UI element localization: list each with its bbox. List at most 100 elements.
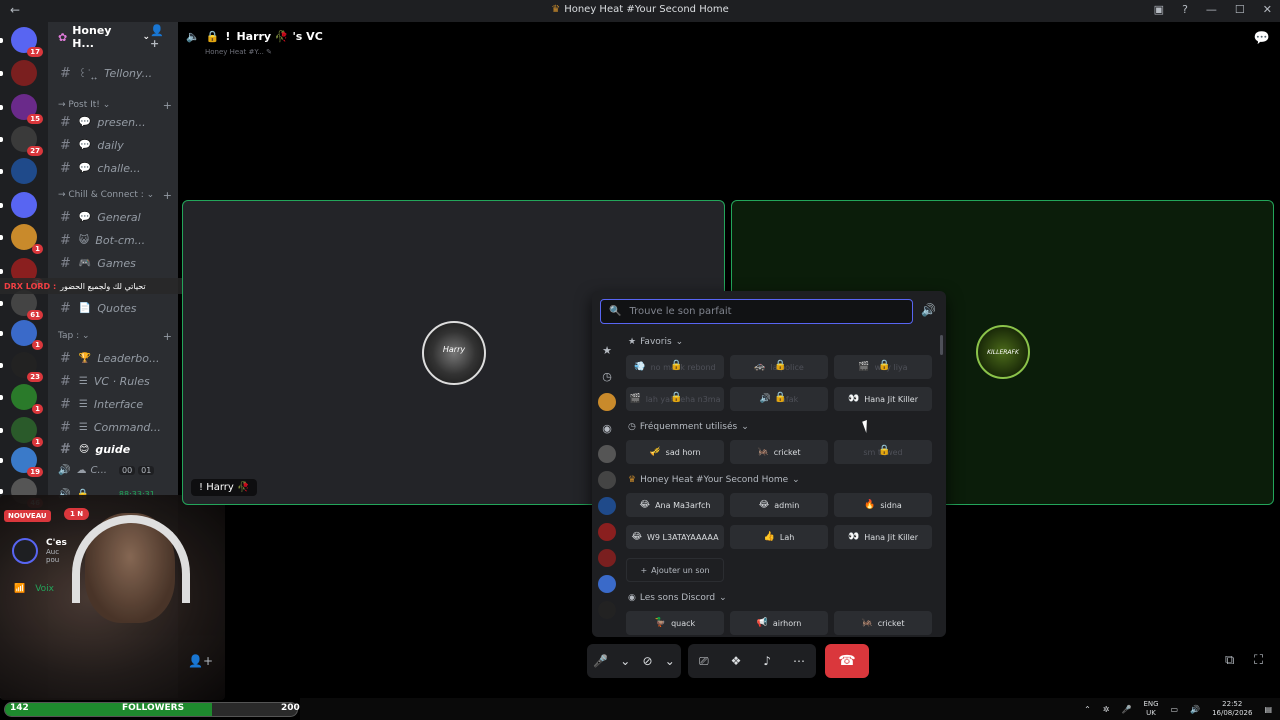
chevron-up-icon[interactable]: ⌃ — [1084, 705, 1091, 714]
help-icon[interactable]: ? — [1182, 3, 1188, 16]
server-icon-server-10[interactable]: 1 — [0, 320, 43, 350]
category-header[interactable]: Tap : ⌄ + — [58, 328, 172, 344]
network-icon[interactable]: ▭ — [1171, 705, 1179, 714]
channel-item[interactable]: # 😺 Bot-cm... — [60, 230, 174, 250]
sound-button[interactable]: 💨 no malik rebond 🔒 — [626, 355, 724, 379]
server-icon-server-4[interactable]: 27 — [0, 126, 43, 156]
section-favoris[interactable]: ★ Favoris ⌄ — [628, 335, 683, 349]
server-icon-folder[interactable] — [0, 192, 37, 218]
add-channel-icon[interactable]: + — [163, 330, 172, 343]
sound-button[interactable]: 👀 Hana Jit Killer — [834, 525, 932, 549]
server-honey-icon[interactable] — [598, 393, 616, 411]
soundboard-search[interactable]: 🔍 — [600, 299, 913, 324]
channel-item[interactable]: # ꒰˙ ̟ ̟ Tellony... — [60, 63, 174, 83]
discord-icon[interactable]: ◉ — [598, 419, 616, 437]
sound-button[interactable]: 👍 Lah — [730, 525, 828, 549]
notification-icon[interactable]: ▤ — [1264, 705, 1272, 714]
settings-icon[interactable]: ✲ — [1103, 705, 1110, 714]
server-icon-server-11[interactable]: 23 — [0, 352, 43, 382]
scrollbar[interactable] — [940, 335, 943, 355]
clock[interactable]: 22:52 16/08/2026 — [1212, 700, 1252, 718]
channel-item[interactable]: # 💬 challe... — [60, 158, 174, 178]
category-header[interactable]: → Chill & Connect : ⌄ + — [58, 187, 172, 203]
sound-button[interactable]: 🚓 la police 🔒 — [730, 355, 828, 379]
server-icon-server-3[interactable]: 15 — [0, 94, 43, 124]
server-icon-apex[interactable] — [0, 60, 37, 86]
add-user-icon[interactable]: 👤+ — [150, 24, 172, 50]
add-channel-icon[interactable]: + — [163, 189, 172, 202]
sound-button[interactable]: 🔊 3afak 🔒 — [730, 387, 828, 411]
server-icon[interactable] — [598, 445, 616, 463]
section-discord-sounds[interactable]: ◉ Les sons Discord ⌄ — [628, 591, 727, 605]
star-icon[interactable]: ★ — [598, 341, 616, 359]
chevron-down-icon[interactable]: ⌄ — [665, 654, 675, 668]
channel-item[interactable]: # ☰ Command... — [60, 417, 174, 437]
channel-item[interactable]: # 🏆 Leaderbo... — [60, 348, 174, 368]
server-icon[interactable] — [598, 549, 616, 567]
disconnect-button[interactable]: ☎ — [825, 644, 869, 678]
sound-button[interactable]: 🦆 quack — [626, 611, 724, 635]
channel-item[interactable]: # 💬 General — [60, 207, 174, 227]
sound-button[interactable]: 🎬 why liya 🔒 — [834, 355, 932, 379]
sound-button[interactable]: 📢 airhorn — [730, 611, 828, 635]
channel-item[interactable]: # 📄 Quotes — [60, 298, 174, 318]
server-icon[interactable] — [598, 601, 616, 619]
section-frequent[interactable]: ◷ Fréquemment utilisés ⌄ — [628, 420, 749, 434]
chat-icon[interactable]: 💬 — [1254, 31, 1270, 46]
popout-icon[interactable]: ⧉ — [1225, 653, 1234, 668]
server-icon-nuvem[interactable]: 1 — [0, 384, 43, 414]
soundboard-list: ★ Favoris ⌄ ◷ Fréquemment utilisés ⌄ ♛ Honey … — [626, 333, 938, 637]
sound-button[interactable]: 🦗 cricket — [730, 440, 828, 464]
channel-item[interactable]: # 💬 daily — [60, 135, 174, 155]
server-icon[interactable] — [598, 471, 616, 489]
server-icon-server-13[interactable]: 1 — [0, 417, 43, 447]
server-icon-server-5[interactable] — [0, 158, 37, 184]
fullscreen-icon[interactable]: ⛶ — [1254, 653, 1263, 668]
activities-icon[interactable]: ❖ — [731, 654, 742, 668]
more-icon[interactable]: ⋯ — [793, 654, 805, 668]
server-icon[interactable] — [598, 575, 616, 593]
channel-item[interactable]: # 💬 presen... — [60, 112, 174, 132]
sound-button[interactable]: 🎬 lah yahdeha n3ma 🔒 — [626, 387, 724, 411]
close-icon[interactable]: ✕ — [1263, 3, 1272, 16]
add-channel-icon[interactable]: + — [163, 99, 172, 112]
section-server[interactable]: ♛ Honey Heat #Your Second Home ⌄ — [628, 473, 800, 487]
server-icon-discord-home[interactable]: 17 — [0, 27, 43, 57]
sound-button[interactable]: sm tqwed 🔒 — [834, 440, 932, 464]
category-header[interactable]: → Post It! ⌄ + — [58, 97, 172, 113]
server-icon[interactable] — [598, 497, 616, 515]
inbox-icon[interactable]: ▣ — [1154, 3, 1164, 16]
sound-button[interactable]: 🦗 cricket — [834, 611, 932, 635]
sound-button[interactable]: 🔥 sidna — [834, 493, 932, 517]
server-icon-honey[interactable]: 1 — [0, 224, 43, 254]
server-icon[interactable] — [598, 523, 616, 541]
microphone-icon[interactable]: 🎤 — [593, 654, 608, 668]
channel-item[interactable]: # 🎮 Games — [60, 253, 174, 273]
channel-item[interactable]: # ☰ VC · Rules — [60, 371, 174, 391]
chevron-down-icon[interactable]: ⌄ — [620, 654, 630, 668]
sound-button[interactable]: 😂 Ana Ma3arfch — [626, 493, 724, 517]
invite-icon[interactable]: 👤+ — [188, 654, 213, 668]
sound-button[interactable]: 😂 admin — [730, 493, 828, 517]
screen-share-icon[interactable]: ⎚ — [699, 654, 709, 669]
microphone-icon[interactable]: 🎤 — [1121, 705, 1131, 714]
camera-off-icon[interactable]: ⊘ — [643, 654, 653, 668]
language-indicator[interactable]: ENG UK — [1143, 700, 1158, 718]
minimize-icon[interactable]: — — [1206, 3, 1217, 16]
server-icon-server-14[interactable]: 19 — [0, 447, 43, 477]
sound-button[interactable]: 😂 W9 L3ATAYAAAAA — [626, 525, 724, 549]
event-card[interactable]: C'es Auc pou — [12, 538, 67, 564]
clock-icon[interactable]: ◷ — [598, 367, 616, 385]
pencil-icon[interactable]: ✎ — [266, 48, 272, 56]
channel-item[interactable]: # 😊 guide — [60, 439, 174, 459]
maximize-icon[interactable]: ☐ — [1235, 3, 1245, 16]
soundboard-icon[interactable]: ♪ — [763, 654, 771, 668]
search-input[interactable] — [629, 306, 900, 317]
channel-item[interactable]: # ☰ Interface — [60, 394, 174, 414]
volume-icon[interactable]: 🔊 — [921, 303, 936, 317]
add-sound-button[interactable]: + Ajouter un son — [626, 558, 724, 582]
sound-button[interactable]: 🎺 sad horn — [626, 440, 724, 464]
server-header[interactable]: ✿ Honey H... ⌄ 👤+ — [48, 22, 178, 52]
sound-button[interactable]: 👀 Hana Jit Killer — [834, 387, 932, 411]
volume-icon[interactable]: 🔊 — [1190, 705, 1200, 714]
